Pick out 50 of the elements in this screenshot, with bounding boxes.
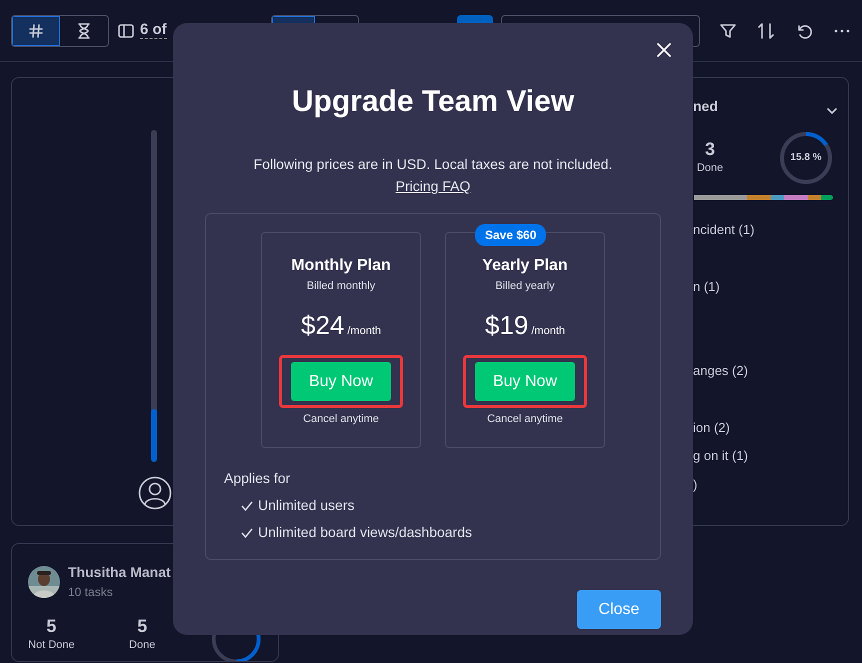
view-tab[interactable] — [12, 16, 60, 46]
plan-name: Monthly Plan — [290, 256, 392, 276]
chevron-down-icon[interactable] — [826, 108, 837, 114]
check-icon — [241, 528, 253, 538]
status-item: ion (2) — [693, 418, 731, 437]
close-button[interactable]: Close — [577, 590, 661, 629]
plan-price: $24 — [300, 312, 344, 338]
feature-item: Unlimited board views/dashboards — [258, 523, 472, 542]
price-period: /month — [531, 324, 566, 338]
person-name: Thusitha Manat — [68, 563, 171, 582]
sort-icon[interactable] — [757, 22, 775, 40]
applies-heading: Applies for — [224, 469, 292, 488]
plan-name: Yearly Plan — [481, 256, 569, 276]
stat-value: 5 — [45, 617, 58, 637]
filter-icon[interactable] — [719, 22, 737, 40]
task-count: 10 tasks — [68, 584, 114, 601]
save-badge: Save $60 — [475, 224, 546, 246]
card-title: ned — [693, 97, 718, 116]
billing-note: Billed yearly — [494, 279, 556, 294]
percent-label: 15.8 % — [789, 151, 823, 165]
item-count: 6 of — [140, 22, 167, 40]
stat-label: Done — [128, 638, 156, 653]
cancel-note: Cancel anytime — [302, 412, 380, 427]
feature-item: Unlimited users — [258, 496, 354, 515]
stat-label: Done — [696, 160, 724, 176]
stat-label: Not Done — [28, 638, 75, 653]
cancel-note: Cancel anytime — [486, 412, 564, 427]
hash-icon — [29, 24, 43, 38]
sidebar-icon[interactable] — [118, 22, 134, 38]
stat-value: 3 — [704, 140, 716, 160]
billing-note: Billed monthly — [306, 279, 376, 294]
buy-now-button[interactable]: Buy Now — [291, 362, 391, 401]
dialog-title: Upgrade Team View — [290, 84, 576, 120]
donut-chart — [779, 131, 833, 185]
pricing-note: Following prices are in USD. Local taxes are not included. — [252, 155, 614, 174]
status-item: g on it (1) — [693, 447, 749, 465]
stat-value: 5 — [136, 617, 148, 637]
price-period: /month — [347, 324, 382, 338]
hourglass-icon — [78, 22, 90, 38]
status-item: ) — [693, 476, 698, 494]
status-item: anges (2) — [693, 362, 749, 380]
close-button[interactable] — [657, 43, 671, 57]
user-icon — [138, 476, 172, 510]
faq-link[interactable]: Pricing FAQ — [396, 178, 470, 194]
buy-now-button[interactable]: Buy Now — [475, 362, 575, 401]
status-item: n (1) — [693, 278, 721, 296]
status-item: ncident (1) — [693, 221, 756, 239]
close-icon — [657, 43, 671, 57]
plan-price: $19 — [484, 312, 528, 338]
check-icon — [241, 500, 253, 510]
